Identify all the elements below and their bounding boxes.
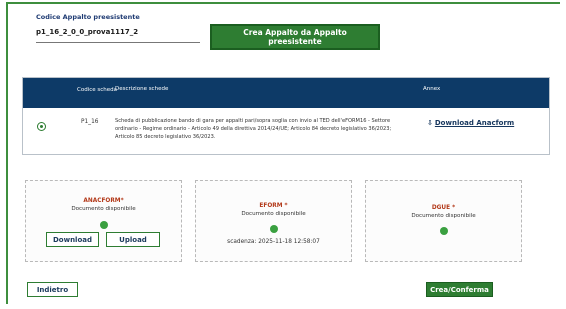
dgue-card: DGUE * Documento disponibile [365,180,522,262]
schede-table: Codice scheda Descrizione schede Annex P… [22,77,550,155]
row-select-radio[interactable] [37,122,46,131]
eform-status-dot [270,225,278,233]
download-icon: ⇩ [427,119,433,127]
dgue-status-dot [440,227,448,235]
eform-title: EFORM * [259,203,288,209]
table-header: Codice scheda Descrizione schede Annex [23,78,549,108]
anacform-status: Documento disponibile [71,206,136,212]
header-annex: Annex [423,86,441,92]
back-button[interactable]: Indietro [27,282,78,297]
confirm-button[interactable]: Crea/Conferma [426,282,493,297]
eform-deadline: scadenza: 2025-11-18 12:58:07 [227,239,320,245]
download-anacform-link[interactable]: ⇩ Download Anacform [427,119,514,127]
field-label: Codice Appalto preesistente [36,13,140,21]
row-description: Scheda di pubblicazione bando di gara pe… [115,118,392,141]
create-from-existing-button[interactable]: Crea Appalto da Appalto preesistente [210,24,380,50]
anacform-title: ANACFORM* [83,198,124,204]
eform-status: Documento disponibile [241,211,306,217]
upload-button[interactable]: Upload [106,232,160,247]
appalto-code-field[interactable]: p1_16_2_0_0_prova1117_2 [36,28,200,43]
dgue-title: DGUE * [431,205,456,211]
dgue-status: Documento disponibile [411,213,476,219]
download-anacform-label: Download Anacform [434,119,515,127]
anacform-status-dot [100,221,108,229]
header-description: Descrizione schede [115,86,169,92]
header-code: Codice scheda [77,87,118,93]
anacform-card: ANACFORM* Documento disponibile Download… [25,180,182,262]
download-button[interactable]: Download [46,232,99,247]
eform-card: EFORM * Documento disponibile scadenza: … [195,180,352,262]
row-code: P1_16 [81,119,99,125]
